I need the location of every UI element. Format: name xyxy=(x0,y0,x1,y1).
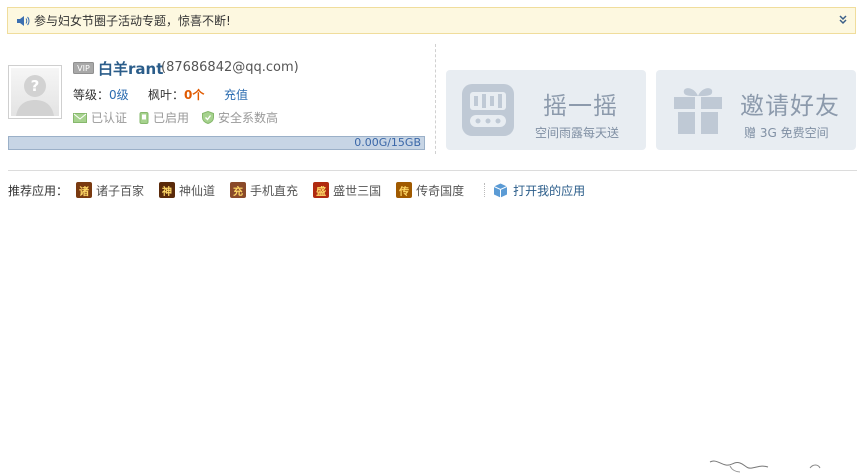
collapse-chevron-icon[interactable] xyxy=(837,13,849,27)
security-label: 安全系数高 xyxy=(218,111,279,125)
shake-title: 摇一摇 xyxy=(543,92,618,120)
chuanqi-app-icon: 传 xyxy=(396,182,413,198)
shake-card[interactable]: 摇一摇 空间雨露每天送 xyxy=(446,70,646,150)
verified-label: 已认证 xyxy=(91,111,128,125)
app-label: 诸子百家 xyxy=(96,183,145,198)
sanguo-app-icon: 盛 xyxy=(313,182,330,198)
shenxiandao-app-icon: 神 xyxy=(159,182,176,198)
app-label: 神仙道 xyxy=(179,183,216,198)
app-sanguo[interactable]: 盛 盛世三国 xyxy=(313,182,381,199)
storage-text: 0.00G/15GB xyxy=(354,136,421,149)
vertical-divider xyxy=(435,44,436,154)
verified-status: 已认证 xyxy=(73,109,127,126)
gift-icon xyxy=(674,88,722,134)
user-email: (87686842@qq.com) xyxy=(161,60,299,75)
cube-icon xyxy=(493,183,508,197)
phone-recharge-app-icon: 充 xyxy=(230,182,247,198)
zhuzi-app-icon: 诸 xyxy=(76,182,93,198)
maple-label: 枫叶： xyxy=(148,88,185,102)
section-divider xyxy=(8,170,857,171)
shield-icon xyxy=(202,111,214,124)
avatar[interactable]: ? xyxy=(8,65,62,119)
svg-text:?: ? xyxy=(31,77,40,95)
default-avatar-icon: ? xyxy=(16,75,54,116)
app-recharge[interactable]: 充 手机直充 xyxy=(230,182,298,199)
maple-value: 0个 xyxy=(184,88,205,102)
vip-badge-text: VIP xyxy=(77,64,90,73)
level-value[interactable]: 0级 xyxy=(109,86,129,103)
speaker-icon xyxy=(16,15,30,27)
recommended-label: 推荐应用： xyxy=(8,183,69,198)
mail-icon xyxy=(73,112,87,123)
enabled-status: 已启用 xyxy=(139,109,189,126)
level-label: 等级： xyxy=(73,88,110,102)
app-zhuzi[interactable]: 诸 诸子百家 xyxy=(76,182,144,199)
open-my-apps-link[interactable]: 打开我的应用 xyxy=(493,182,585,199)
security-status: 安全系数高 xyxy=(202,109,278,126)
app-chuanqi[interactable]: 传 传奇国度 xyxy=(396,182,464,199)
shake-icon xyxy=(462,84,514,136)
vip-badge-icon: VIP xyxy=(73,62,94,74)
enabled-label: 已启用 xyxy=(153,111,190,125)
app-label: 传奇国度 xyxy=(416,183,465,198)
app-label: 手机直充 xyxy=(250,183,299,198)
phone-icon xyxy=(139,111,149,124)
invite-subtitle: 赠 3G 免费空间 xyxy=(744,126,829,140)
storage-bar: 0.00G/15GB xyxy=(8,136,425,150)
app-label: 盛世三国 xyxy=(333,183,382,198)
decorative-sketch-icon xyxy=(709,460,821,473)
user-name[interactable]: 白羊rant xyxy=(98,58,163,79)
recharge-link[interactable]: 充值 xyxy=(224,86,248,103)
invite-card[interactable]: 邀请好友 赠 3G 免费空间 xyxy=(656,70,856,150)
invite-title: 邀请好友 xyxy=(740,92,840,120)
shake-subtitle: 空间雨露每天送 xyxy=(535,126,620,140)
notice-bar[interactable]: 参与妇女节圈子活动专题，惊喜不断! xyxy=(7,7,856,34)
recommended-apps-bar: 推荐应用： 诸 诸子百家 神 神仙道 充 手机直充 盛 盛世三国 传 传奇国度 … xyxy=(8,181,585,199)
open-my-apps-label: 打开我的应用 xyxy=(513,183,586,198)
apps-separator xyxy=(484,183,486,197)
notice-text[interactable]: 参与妇女节圈子活动专题，惊喜不断! xyxy=(34,12,231,29)
app-shenxiandao[interactable]: 神 神仙道 xyxy=(159,182,215,199)
